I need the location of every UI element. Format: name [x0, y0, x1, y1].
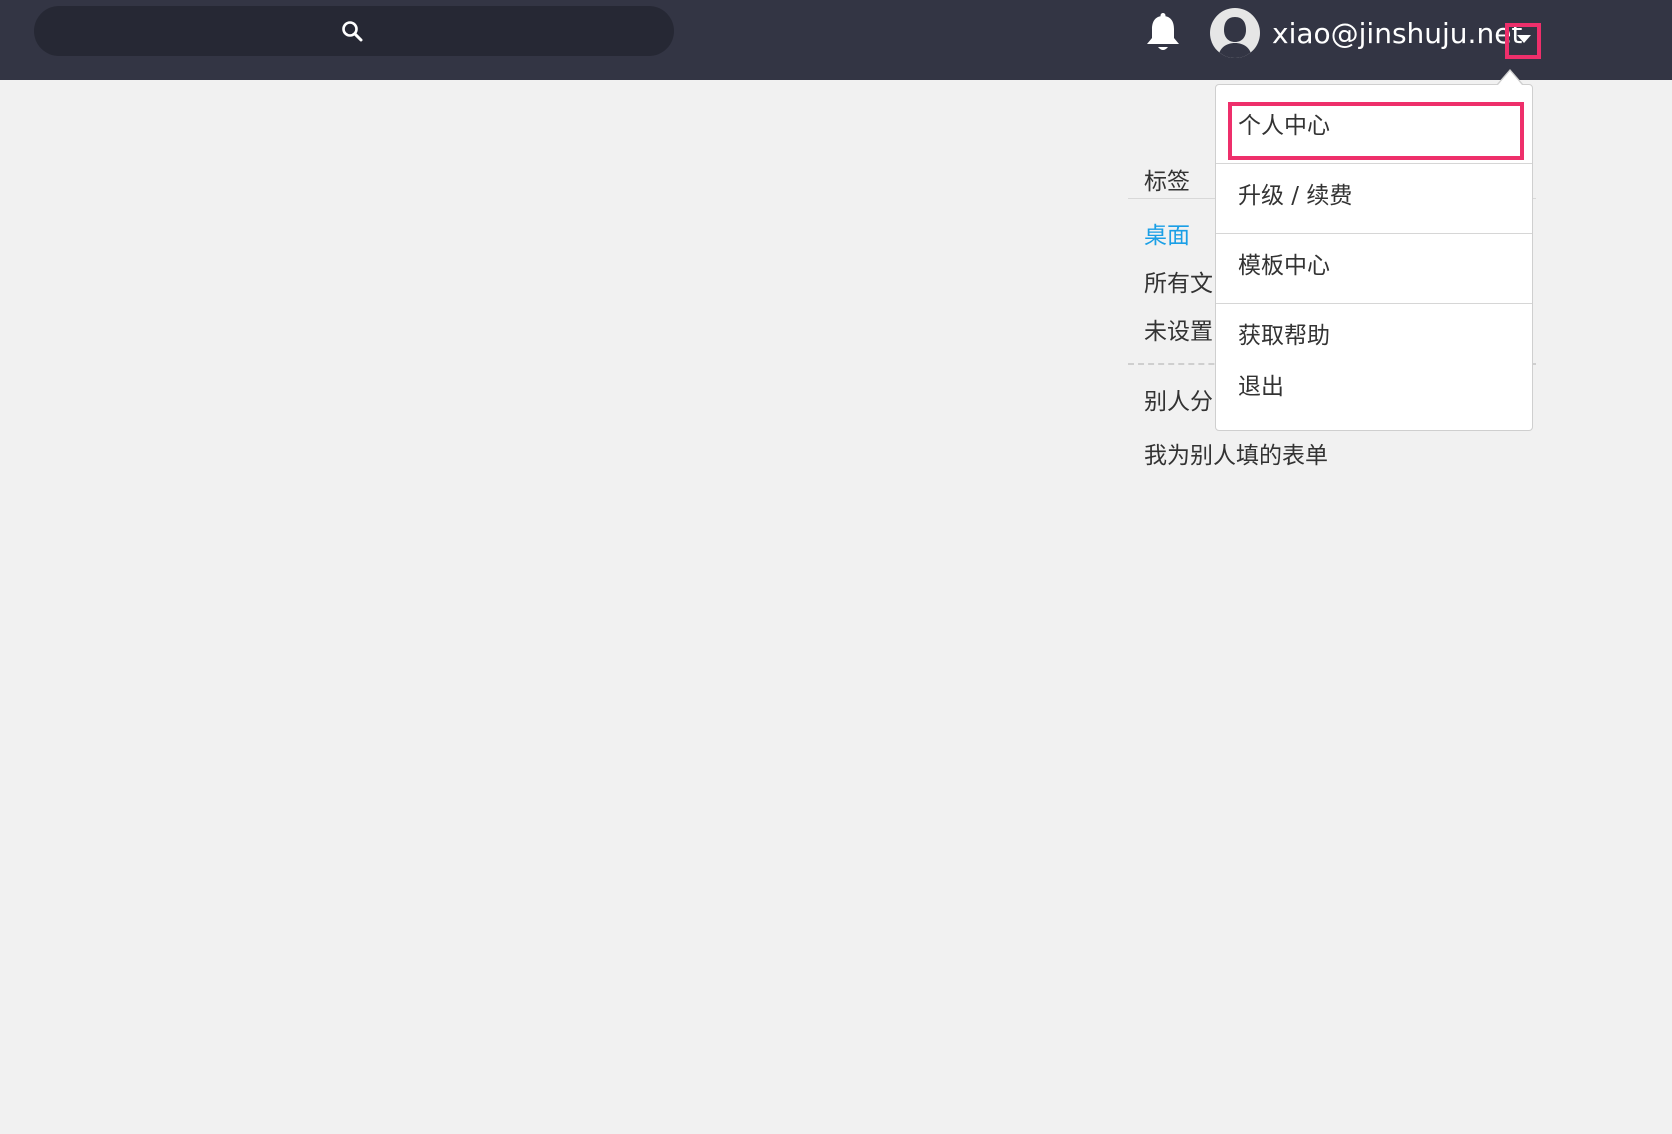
user-email[interactable]: xiao@jinshuju.net — [1272, 12, 1522, 56]
menu-item-template-center[interactable]: 模板中心 — [1216, 236, 1532, 296]
avatar-silhouette-icon — [1218, 17, 1252, 58]
menu-divider — [1216, 233, 1532, 234]
search-icon — [342, 21, 363, 42]
menu-divider — [1216, 163, 1532, 164]
user-menu-toggle-button[interactable] — [1505, 23, 1541, 59]
sidebar-item-all-forms[interactable]: 所有文 — [1144, 264, 1213, 298]
sidebar-item-desktop[interactable]: 桌面 — [1144, 216, 1190, 250]
top-navigation-bar: xiao@jinshuju.net — [0, 0, 1672, 80]
menu-divider — [1216, 303, 1532, 304]
user-dropdown-menu: 个人中心 升级 / 续费 模板中心 获取帮助 退出 — [1215, 69, 1533, 431]
sidebar-item-untagged[interactable]: 未设置 — [1144, 312, 1213, 346]
highlight-box — [1228, 102, 1524, 160]
menu-item-upgrade-renew[interactable]: 升级 / 续费 — [1216, 166, 1532, 226]
sidebar-item-shared-with-me[interactable]: 别人分 — [1144, 382, 1213, 416]
bell-icon[interactable] — [1143, 12, 1183, 54]
caret-down-icon — [1517, 35, 1531, 43]
search-input[interactable] — [34, 6, 674, 56]
user-avatar-icon[interactable] — [1210, 8, 1260, 58]
sidebar-item-filled-for-others[interactable]: 我为别人填的表单 — [1144, 436, 1328, 470]
menu-item-logout[interactable]: 退出 — [1216, 357, 1532, 417]
dropdown-arrow — [1498, 71, 1522, 85]
